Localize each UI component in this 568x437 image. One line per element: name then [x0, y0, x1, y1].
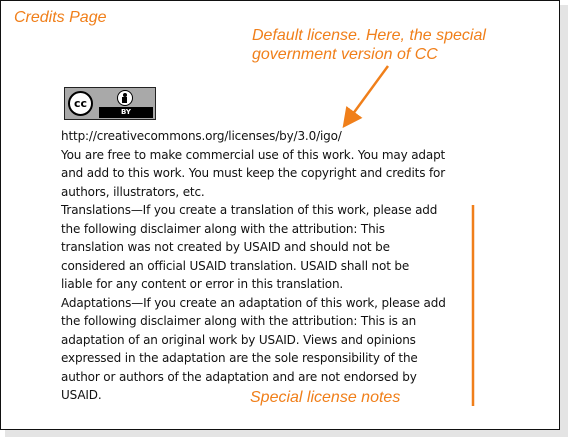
- annotation-graphics: [342, 65, 475, 406]
- special-notes-annotation: Special license notes: [250, 389, 401, 406]
- callout-arrow: [342, 65, 390, 129]
